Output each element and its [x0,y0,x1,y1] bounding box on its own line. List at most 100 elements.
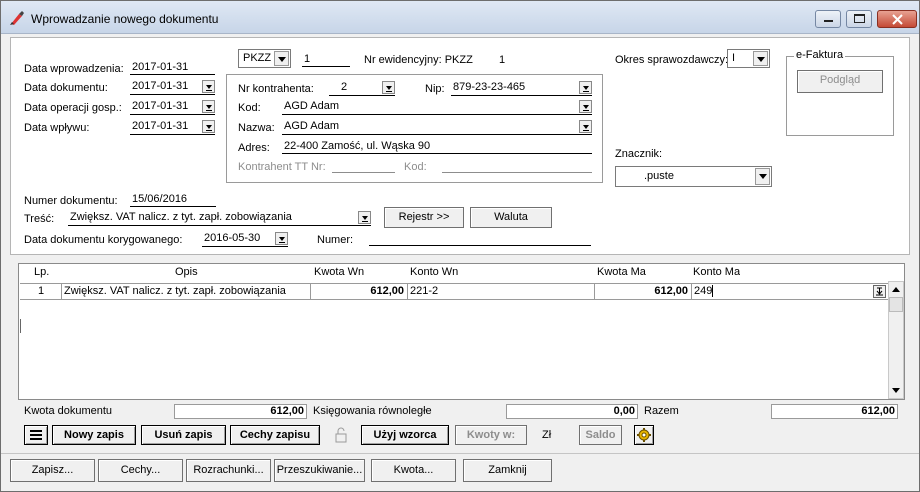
doc-number-label: Numer dokumentu: [24,195,118,207]
features-button[interactable]: Cechy... [98,459,183,482]
row-description[interactable]: Zwiększ. VAT nalicz. z tyt. zapł. zobowi… [61,284,309,299]
date-document-label: Data dokumentu: [24,82,108,94]
document-type-select[interactable]: PKZZ [238,49,291,68]
date-receipt-picker[interactable]: 2017-01-31 [130,119,215,135]
doc-amount-value: 612,00 [174,404,307,419]
efaktura-frame [786,56,894,136]
marker-label: Znacznik: [615,148,663,160]
row-debit-account[interactable]: 221-2 [407,284,593,299]
minimize-button[interactable] [815,10,841,28]
dropdown-arrow-icon[interactable] [202,80,215,93]
contractor-tt-code-field[interactable] [442,158,592,173]
nip-select[interactable]: 879-23-23-465 [451,80,592,96]
close-icon [892,14,903,25]
toggle-view-button[interactable] [24,425,48,445]
entries-table: Lp. Opis Kwota Wn Konto Wn Kwota Ma Kont… [18,263,905,400]
date-entry-field[interactable]: 2017-01-31 [130,60,215,75]
account-lookup-icon[interactable] [873,285,886,298]
dropdown-arrow-icon[interactable] [275,232,288,245]
minimize-icon [824,20,833,22]
dropdown-arrow-icon[interactable] [579,120,592,133]
entry-features-button[interactable]: Cechy zapisu [230,425,320,445]
balance-button[interactable]: Saldo [579,425,622,445]
use-template-button[interactable]: Użyj wzorca [361,425,449,445]
total-label: Razem [644,405,679,417]
contractor-tt-code-label: Kod: [404,161,427,173]
corrected-number-field[interactable] [369,231,591,246]
dropdown-arrow-icon[interactable] [382,81,395,94]
maximize-icon [854,14,865,23]
close-window-button[interactable]: Zamknij [463,459,552,482]
evidence-number-label: Nr ewidencyjny: PKZZ [364,54,473,66]
parallel-bookings-label: Księgowania równoległe [313,405,432,417]
row-lp: 1 [38,285,45,297]
document-number-field[interactable]: 1 [302,52,350,67]
settings-gear-button[interactable] [634,425,654,445]
scroll-down-icon[interactable] [892,388,900,393]
lock-icon[interactable] [334,427,348,443]
marker-select[interactable]: .puste [615,166,772,187]
efaktura-title: e-Faktura [794,49,846,61]
col-header-debit-amount: Kwota Wn [314,266,365,278]
amounts-in-button[interactable]: Kwoty w: [455,425,527,445]
content-label: Treść: [24,213,55,225]
save-button[interactable]: Zapisz... [10,459,95,482]
corrected-date-picker[interactable]: 2016-05-30 [202,231,288,247]
dropdown-arrow-icon[interactable] [358,211,371,224]
contractor-tt-label: Kontrahent TT Nr: [238,161,326,173]
row-credit-amount[interactable]: 612,00 [594,284,690,299]
dropdown-arrow-icon[interactable] [753,51,768,66]
dropdown-arrow-icon[interactable] [202,100,215,113]
dropdown-arrow-icon[interactable] [579,81,592,94]
dropdown-arrow-icon[interactable] [202,120,215,133]
scroll-thumb[interactable] [889,297,903,312]
table-row[interactable]: 1 Zwiększ. VAT nalicz. z tyt. zapł. zobo… [20,283,888,300]
total-value: 612,00 [771,404,898,419]
parallel-bookings-value: 0,00 [506,404,638,419]
row-debit-amount[interactable]: 612,00 [310,284,406,299]
title-bar: Wprowadzanie nowego dokumentu [1,1,919,34]
dropdown-arrow-icon[interactable] [579,100,592,113]
vertical-scrollbar[interactable] [888,281,904,399]
amount-button[interactable]: Kwota... [371,459,456,482]
scroll-up-icon[interactable] [892,287,900,292]
text-cursor [712,285,714,298]
col-header-credit-account: Konto Ma [693,266,741,278]
search-button[interactable]: Przeszukiwanie... [274,459,365,482]
date-operation-label: Data operacji gosp.: [24,102,122,114]
col-header-credit-amount: Kwota Ma [597,266,646,278]
list-lines-icon [30,430,42,440]
reporting-period-select[interactable]: I [727,49,770,68]
preview-button[interactable]: Podgląd [797,70,883,93]
content-select[interactable]: Zwiększ. VAT nalicz. z tyt. zapł. zobowi… [68,210,371,226]
register-button[interactable]: Rejestr >> [384,207,464,228]
new-entry-button[interactable]: Nowy zapis [52,425,136,445]
col-header-description: Opis [175,266,198,278]
window-title: Wprowadzanie nowego dokumentu [31,12,219,26]
contractor-address-label: Adres: [238,142,270,154]
currency-button[interactable]: Waluta [470,207,552,228]
contractor-number-select[interactable]: 2 [329,80,395,96]
row-marker [20,319,21,333]
col-header-debit-account: Konto Wn [410,266,459,278]
contractor-address-field[interactable]: 22-400 Zamość, ul. Wąska 90 [282,139,592,154]
contractor-code-select[interactable]: AGD Adam [282,99,592,115]
close-button[interactable] [877,10,917,28]
contractor-name-select[interactable]: AGD Adam [282,119,592,135]
maximize-button[interactable] [846,10,872,28]
dropdown-arrow-icon[interactable] [755,168,770,185]
corrected-number-label: Numer: [317,234,354,246]
col-header-lp: Lp. [34,266,50,278]
settlements-button[interactable]: Rozrachunki... [186,459,271,482]
delete-entry-button[interactable]: Usuń zapis [141,425,226,445]
dropdown-arrow-icon[interactable] [274,51,289,66]
date-document-picker[interactable]: 2017-01-31 [130,79,215,95]
nip-label: Nip: [425,83,445,95]
row-credit-account-input[interactable]: 249 [691,284,887,299]
contractor-name-label: Nazwa: [238,122,275,134]
evidence-number-value: 1 [499,54,506,66]
contractor-tt-field[interactable] [332,158,395,173]
doc-number-field[interactable]: 15/06/2016 [130,192,216,207]
main-window: Wprowadzanie nowego dokumentu Data wprow… [0,0,920,492]
date-operation-picker[interactable]: 2017-01-31 [130,99,215,115]
